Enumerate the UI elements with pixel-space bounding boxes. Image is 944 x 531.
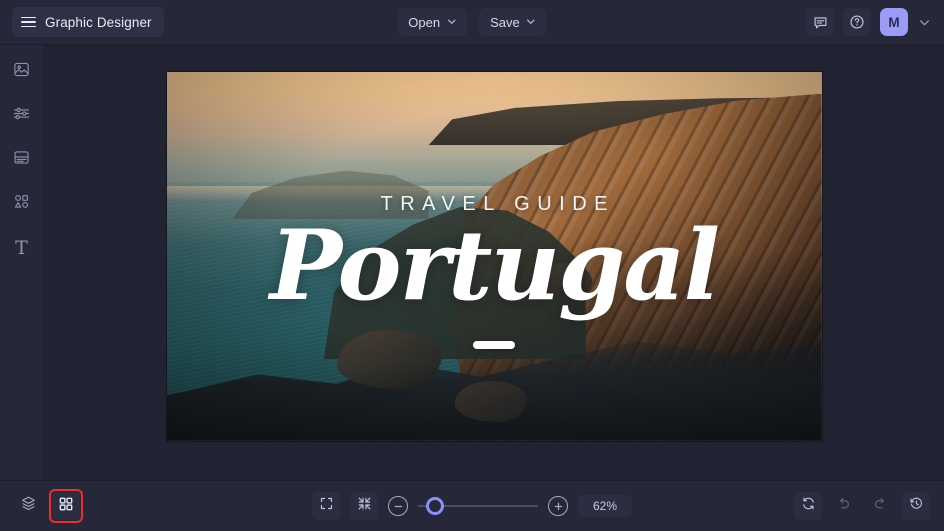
- chevron-down-icon: [527, 17, 536, 26]
- page-title: Graphic Designer: [45, 14, 152, 30]
- grid-icon: [58, 496, 74, 517]
- zoom-controls: 62%: [312, 492, 632, 520]
- refresh-button[interactable]: [794, 492, 822, 520]
- canvas-divider[interactable]: [473, 340, 515, 349]
- shapes-icon: [12, 192, 31, 216]
- account-group: M: [806, 8, 932, 36]
- graphic-designer-app: Graphic Designer Open Save M T TRAVEL GU…: [0, 0, 944, 531]
- top-bar: Graphic Designer Open Save M: [0, 0, 944, 45]
- sidebar-item-image[interactable]: [9, 59, 35, 85]
- hamburger-icon[interactable]: [21, 16, 36, 28]
- bottom-left-group: [14, 489, 83, 523]
- comment-icon[interactable]: [806, 8, 834, 36]
- image-icon: [12, 60, 31, 84]
- canvas-workspace[interactable]: TRAVEL GUIDE Portugal: [44, 45, 944, 480]
- collapse-icon: [357, 496, 372, 516]
- history-button[interactable]: [902, 492, 930, 520]
- zoom-slider[interactable]: [418, 497, 538, 515]
- zoom-out-button[interactable]: [388, 496, 408, 516]
- chevron-down-icon: [447, 17, 456, 26]
- layout-icon: [12, 148, 31, 172]
- zoom-level-input[interactable]: 62%: [578, 495, 632, 517]
- canvas-title-text[interactable]: Portugal: [270, 218, 720, 314]
- bottom-right-group: [794, 492, 930, 520]
- chevron-down-icon[interactable]: [917, 15, 932, 30]
- open-button-label: Open: [408, 14, 441, 30]
- workspace-row: T TRAVEL GUIDE Portugal: [0, 45, 944, 480]
- fit-screen-button[interactable]: [350, 492, 378, 520]
- history-clock-icon: [909, 496, 924, 516]
- sliders-icon: [12, 104, 31, 128]
- zoom-slider-thumb[interactable]: [426, 497, 445, 515]
- layers-icon: [20, 495, 37, 517]
- save-button-label: Save: [490, 14, 520, 30]
- open-button[interactable]: Open: [397, 8, 468, 36]
- left-toolbar: T: [0, 45, 44, 480]
- layers-button[interactable]: [14, 492, 42, 520]
- sidebar-item-shapes[interactable]: [9, 191, 35, 217]
- app-title-menu[interactable]: Graphic Designer: [12, 7, 164, 37]
- refresh-icon: [801, 496, 816, 516]
- sidebar-item-layout[interactable]: [9, 147, 35, 173]
- avatar[interactable]: M: [880, 8, 908, 36]
- zoom-in-button[interactable]: [548, 496, 568, 516]
- undo-icon: [836, 496, 852, 517]
- file-menu-group: Open Save: [397, 8, 547, 36]
- sidebar-item-adjustments[interactable]: [9, 103, 35, 129]
- design-canvas[interactable]: TRAVEL GUIDE Portugal: [166, 71, 822, 441]
- text-icon: T: [15, 236, 28, 259]
- fullscreen-button[interactable]: [312, 492, 340, 520]
- sidebar-item-text[interactable]: T: [9, 235, 35, 261]
- bottom-bar: 62%: [0, 480, 944, 531]
- redo-icon: [872, 496, 888, 517]
- artwork-text-group: TRAVEL GUIDE Portugal: [167, 72, 822, 441]
- expand-icon: [319, 496, 334, 516]
- save-button[interactable]: Save: [479, 8, 547, 36]
- help-circle-icon[interactable]: [843, 8, 871, 36]
- undo-button[interactable]: [830, 492, 858, 520]
- redo-button[interactable]: [866, 492, 894, 520]
- grid-button[interactable]: [49, 489, 83, 523]
